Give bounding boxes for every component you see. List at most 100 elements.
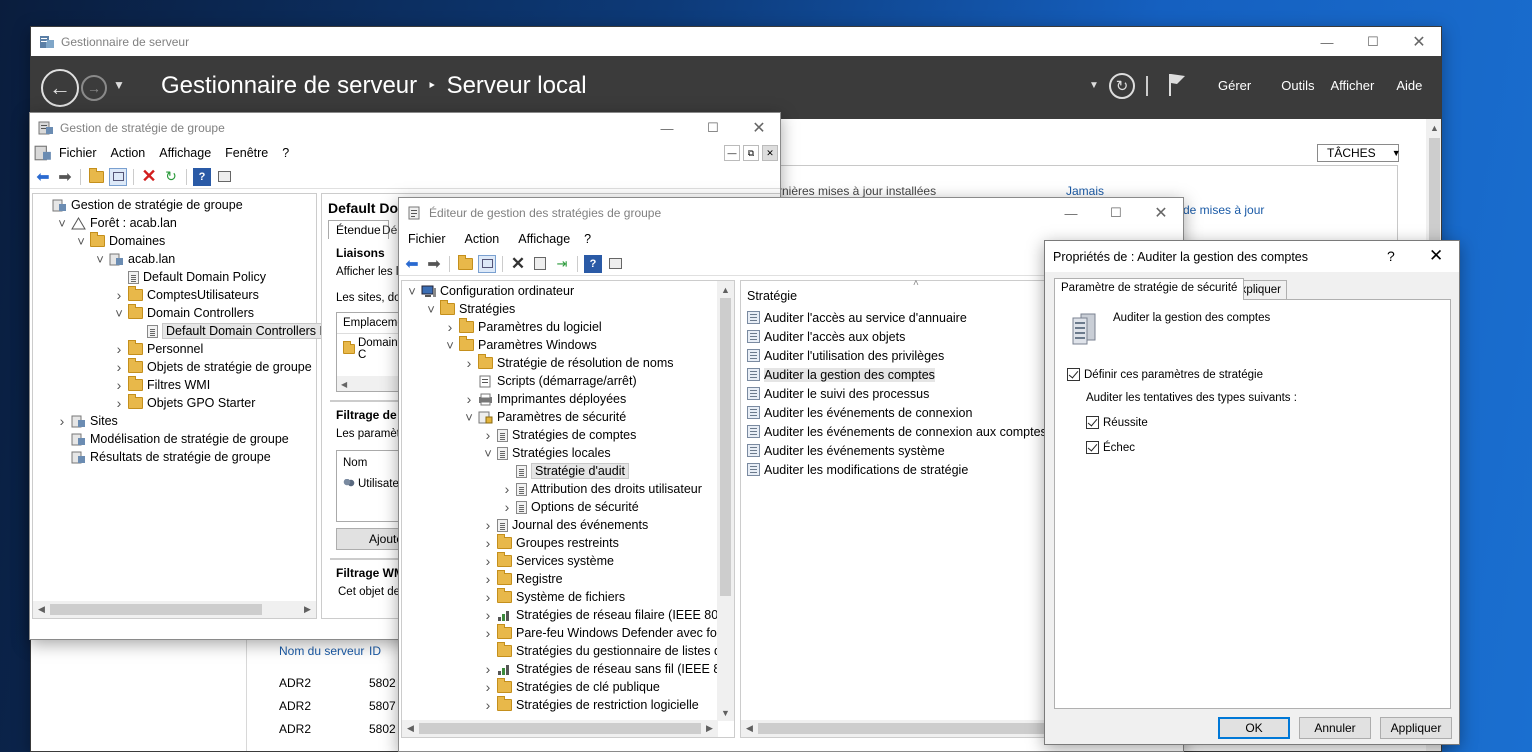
tree-item[interactable]: › Pare-feu Windows Defender avec fonc bbox=[482, 624, 730, 642]
tree-item[interactable]: › Imprimantes déployées bbox=[463, 390, 627, 408]
scroll-left-button[interactable]: ◀ bbox=[741, 720, 758, 737]
tree-item[interactable]: ˅ acab.lan bbox=[94, 250, 175, 268]
tree-item[interactable]: ˅ Paramètres Windows bbox=[444, 336, 597, 354]
taches-button[interactable]: TÂCHES ▼ bbox=[1317, 144, 1401, 162]
menu-outils[interactable]: Outils bbox=[1281, 78, 1314, 93]
scroll-thumb[interactable] bbox=[50, 604, 262, 615]
scroll-thumb[interactable] bbox=[419, 723, 701, 734]
history-dropdown-icon[interactable]: ▼ bbox=[113, 78, 125, 92]
tree-item[interactable]: Scripts (démarrage/arrêt) bbox=[463, 372, 637, 390]
tree-item[interactable]: ˅ Domaines bbox=[75, 232, 165, 250]
notifications-flag-icon[interactable] bbox=[1167, 72, 1187, 98]
tree-item[interactable]: Modélisation de stratégie de groupe bbox=[56, 430, 289, 448]
up-folder-icon[interactable] bbox=[87, 167, 105, 186]
collapsed-chevron-icon[interactable]: › bbox=[444, 319, 456, 335]
refresh-icon[interactable]: ↻ bbox=[1109, 73, 1135, 99]
annuler-button[interactable]: Annuler bbox=[1299, 717, 1371, 739]
minimize-button[interactable]: — bbox=[644, 113, 690, 143]
menu-affichage[interactable]: Affichage bbox=[152, 146, 218, 160]
menu-fenetre[interactable]: Fenêtre bbox=[218, 146, 275, 160]
collapsed-chevron-icon[interactable]: › bbox=[501, 499, 513, 515]
minimize-button[interactable]: — bbox=[1048, 198, 1094, 228]
tree-item[interactable]: › Stratégies de réseau sans fil (IEEE 802… bbox=[482, 660, 734, 678]
tree-item[interactable]: › Services système bbox=[482, 552, 614, 570]
menu-fichier[interactable]: Fichier bbox=[399, 232, 453, 246]
tree-item[interactable]: › Stratégies de réseau filaire (IEEE 802.… bbox=[482, 606, 734, 624]
failure-checkbox[interactable] bbox=[1086, 441, 1099, 454]
collapsed-chevron-icon[interactable]: › bbox=[482, 697, 494, 713]
tab-etendue[interactable]: Étendue bbox=[328, 220, 389, 239]
updates-settings-link[interactable]: de mises à jour bbox=[1183, 203, 1264, 217]
scroll-left-button[interactable]: ◀ bbox=[402, 720, 419, 737]
tree-item[interactable]: ˅ Stratégies bbox=[425, 300, 515, 318]
tree-item[interactable]: › Options de sécurité bbox=[501, 498, 639, 516]
properties-icon[interactable] bbox=[215, 168, 233, 186]
scroll-left-button[interactable]: ◀ bbox=[33, 601, 50, 618]
expanded-chevron-icon[interactable]: ˅ bbox=[113, 306, 125, 321]
menu-action[interactable]: Action bbox=[104, 146, 153, 160]
menu-action[interactable]: Action bbox=[453, 232, 507, 246]
menu-help[interactable]: ? bbox=[577, 232, 598, 246]
forward-arrow-icon[interactable]: ➡ bbox=[425, 255, 443, 273]
tree-item[interactable]: Default Domain Policy bbox=[113, 268, 266, 286]
tree-item[interactable]: › Attribution des droits utilisateur bbox=[501, 480, 702, 498]
collapsed-chevron-icon[interactable]: › bbox=[482, 553, 494, 569]
refresh-dropdown-icon[interactable]: ▼ bbox=[1089, 80, 1099, 91]
tree-item[interactable]: ˅ Domain Controllers bbox=[113, 304, 254, 322]
help-icon[interactable]: ? bbox=[584, 254, 602, 273]
tree-item[interactable]: › Registre bbox=[482, 570, 563, 588]
tree-item[interactable]: ˅ Forêt : acab.lan bbox=[56, 214, 177, 232]
mdi-close-button[interactable]: ✕ bbox=[762, 145, 778, 161]
collapsed-chevron-icon[interactable]: › bbox=[113, 377, 125, 393]
help-icon[interactable]: ? bbox=[193, 167, 211, 186]
close-button[interactable]: ✕ bbox=[1138, 198, 1183, 228]
expanded-chevron-icon[interactable]: ˅ bbox=[463, 410, 475, 425]
expanded-chevron-icon[interactable]: ˅ bbox=[444, 338, 456, 353]
tree-item[interactable]: › Paramètres du logiciel bbox=[444, 318, 602, 336]
tree-item[interactable]: › Stratégies de restriction logicielle bbox=[482, 696, 699, 714]
scroll-right-button[interactable]: ▶ bbox=[701, 720, 718, 737]
delete-icon[interactable]: ✕ bbox=[140, 166, 158, 186]
tree-item[interactable]: › ComptesUtilisateurs bbox=[113, 286, 259, 304]
tree-item-selected[interactable]: Stratégie d'audit bbox=[501, 462, 629, 480]
tree-item[interactable]: › Stratégie de résolution de noms bbox=[463, 354, 674, 372]
gpmc-tree-hscroll[interactable]: ◀ ▶ bbox=[33, 601, 316, 618]
failure-row[interactable]: Échec bbox=[1086, 441, 1135, 454]
collapsed-chevron-icon[interactable]: › bbox=[482, 589, 494, 605]
mdi-minimize-button[interactable]: — bbox=[724, 145, 740, 161]
tree-item[interactable]: Gestion de stratégie de groupe bbox=[37, 196, 243, 214]
forward-arrow-icon[interactable]: ➡ bbox=[56, 168, 74, 186]
collapsed-chevron-icon[interactable]: › bbox=[482, 571, 494, 587]
back-arrow-icon[interactable]: ⬅ bbox=[34, 168, 52, 186]
dialog-close-button[interactable]: ✕ bbox=[1429, 246, 1443, 266]
expanded-chevron-icon[interactable]: ˅ bbox=[425, 302, 437, 317]
gpme-tree-hscroll[interactable]: ◀ ▶ bbox=[402, 720, 718, 737]
menu-fichier[interactable]: Fichier bbox=[52, 146, 104, 160]
maximize-button[interactable]: ☐ bbox=[690, 113, 736, 143]
collapsed-chevron-icon[interactable]: › bbox=[463, 355, 475, 371]
dialog-help-button[interactable]: ? bbox=[1387, 248, 1395, 264]
tree-item[interactable]: › Stratégies de comptes bbox=[482, 426, 637, 444]
tree-item[interactable]: › Filtres WMI bbox=[113, 376, 210, 394]
mdi-restore-button[interactable]: ⧉ bbox=[743, 145, 759, 161]
updates-value-link[interactable]: Jamais bbox=[1066, 184, 1104, 198]
tree-item[interactable]: › Objets GPO Starter bbox=[113, 394, 255, 412]
menu-help[interactable]: ? bbox=[275, 146, 296, 160]
minimize-button[interactable]: — bbox=[1304, 27, 1350, 57]
scroll-down-button[interactable]: ▼ bbox=[717, 704, 734, 721]
menu-aide[interactable]: Aide bbox=[1396, 78, 1422, 93]
tree-item[interactable]: Stratégies du gestionnaire de listes de bbox=[482, 642, 728, 660]
tree-item[interactable]: › Groupes restreints bbox=[482, 534, 619, 552]
collapsed-chevron-icon[interactable]: › bbox=[482, 661, 494, 677]
menu-afficher[interactable]: Afficher bbox=[1330, 78, 1374, 93]
gpme-tree-vscroll[interactable]: ▲ ▼ bbox=[717, 281, 734, 721]
close-button[interactable]: ✕ bbox=[736, 113, 780, 143]
up-folder-icon[interactable] bbox=[456, 254, 474, 273]
breadcrumb-root[interactable]: Gestionnaire de serveur bbox=[161, 72, 417, 100]
collapsed-chevron-icon[interactable]: › bbox=[113, 341, 125, 357]
close-button[interactable]: ✕ bbox=[1396, 27, 1441, 57]
define-settings-row[interactable]: Définir ces paramètres de stratégie bbox=[1067, 368, 1263, 381]
collapsed-chevron-icon[interactable]: › bbox=[113, 359, 125, 375]
table-row[interactable]: ADR2 5802 bbox=[271, 722, 401, 736]
tree-item[interactable]: › Objets de stratégie de groupe bbox=[113, 358, 312, 376]
